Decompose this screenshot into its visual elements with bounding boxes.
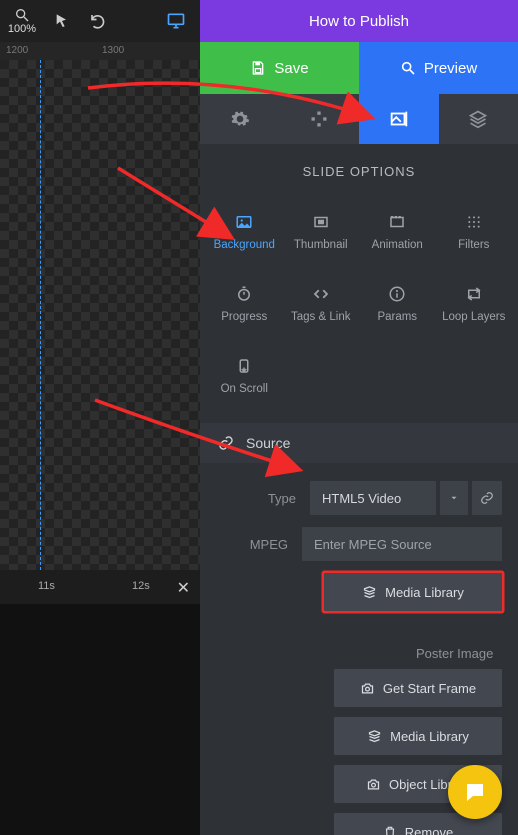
poster-media-library-button[interactable]: Media Library [334,717,502,755]
zoom-value: 100% [8,23,36,35]
zoom-control[interactable]: 100% [0,7,44,35]
info-icon [386,283,408,305]
vertical-guide[interactable] [40,60,41,570]
scroll-icon [233,355,255,377]
canvas-area: 100% 1200 1300 11s 12s ✕ [0,0,200,835]
settings-panel: How to Publish Save Preview [200,0,518,835]
option-label: On Scroll [221,383,268,395]
slide-options-grid: Background Thumbnail Animation Filters P… [200,195,518,423]
type-label: Type [216,491,310,506]
get-start-frame-label: Get Start Frame [383,681,476,696]
canvas[interactable] [0,60,200,570]
option-tags-link[interactable]: Tags & Link [283,267,360,339]
option-label: Filters [458,239,489,251]
save-icon [250,60,266,76]
tab-settings[interactable] [200,94,280,144]
magnifier-icon [14,7,30,23]
undo-tool[interactable] [80,0,116,42]
cursor-tool[interactable] [44,0,80,42]
grid-icon [463,211,485,233]
tab-align[interactable] [280,94,360,144]
timeline[interactable]: 11s 12s ✕ [0,570,200,604]
layers-icon [468,109,488,129]
timeline-area [0,604,200,835]
type-link-button[interactable] [472,481,502,515]
library-icon [362,585,377,600]
link-icon [480,491,494,505]
source-form: Type HTML5 Video MPEG Media Library [200,463,518,621]
source-section-header[interactable]: Source [200,423,518,463]
cursor-icon [54,13,70,29]
desktop-view[interactable] [158,0,194,42]
library-icon [367,729,382,744]
canvas-toolbar: 100% [0,0,200,42]
option-on-scroll[interactable]: On Scroll [206,339,283,411]
main-tabs [200,94,518,144]
option-label: Animation [372,239,423,251]
thumbnail-icon [310,211,332,233]
option-progress[interactable]: Progress [206,267,283,339]
mpeg-input[interactable] [302,527,502,561]
ruler-tick: 1300 [102,45,124,56]
option-animation[interactable]: Animation [359,195,436,267]
ruler-tick: 1200 [6,45,28,56]
link-icon [218,435,234,451]
option-loop-layers[interactable]: Loop Layers [436,267,513,339]
tab-layers[interactable] [439,94,518,144]
poster-media-library-label: Media Library [390,729,469,744]
get-start-frame-button[interactable]: Get Start Frame [334,669,502,707]
camera-icon [366,777,381,792]
gear-icon [230,109,250,129]
image-icon [233,211,255,233]
align-icon [309,109,329,129]
option-label: Params [377,311,417,323]
preview-button[interactable]: Preview [359,42,518,94]
preview-label: Preview [424,60,477,77]
timeline-mark: 12s [132,580,150,592]
search-icon [400,60,416,76]
camera-icon [360,681,375,696]
section-title: SLIDE OPTIONS [200,144,518,195]
undo-icon [89,12,107,30]
option-params[interactable]: Params [359,267,436,339]
option-filters[interactable]: Filters [436,195,513,267]
type-select[interactable]: HTML5 Video [310,481,436,515]
option-background[interactable]: Background [206,195,283,267]
stopwatch-icon [233,283,255,305]
tab-slide[interactable] [359,94,439,144]
image-stack-icon [388,108,410,130]
ruler-horizontal: 1200 1300 [0,42,200,60]
option-label: Tags & Link [291,311,350,323]
option-label: Thumbnail [294,239,348,251]
monitor-icon [166,11,186,31]
media-library-button[interactable]: Media Library [324,573,502,611]
chat-button[interactable] [448,765,502,819]
timeline-mark: 11s [38,580,55,592]
chevron-down-icon [449,493,459,503]
option-label: Progress [221,311,267,323]
code-icon [310,283,332,305]
poster-image-label: Poster Image [416,646,493,661]
option-thumbnail[interactable]: Thumbnail [283,195,360,267]
loop-icon [463,283,485,305]
source-header-label: Source [246,435,290,451]
option-label: Background [214,239,275,251]
trash-icon [383,825,397,835]
mpeg-label: MPEG [216,537,302,552]
option-label: Loop Layers [442,311,505,323]
remove-label: Remove [405,825,453,835]
how-to-publish-banner[interactable]: How to Publish [200,0,518,42]
chat-icon [463,780,487,804]
close-icon[interactable]: ✕ [177,578,190,598]
type-value: HTML5 Video [322,491,401,506]
film-icon [386,211,408,233]
media-library-label: Media Library [385,585,464,600]
type-dropdown-caret[interactable] [440,481,468,515]
save-button[interactable]: Save [200,42,359,94]
save-preview-bar: Save Preview [200,42,518,94]
save-label: Save [274,60,308,77]
how-to-publish-label: How to Publish [309,13,409,30]
